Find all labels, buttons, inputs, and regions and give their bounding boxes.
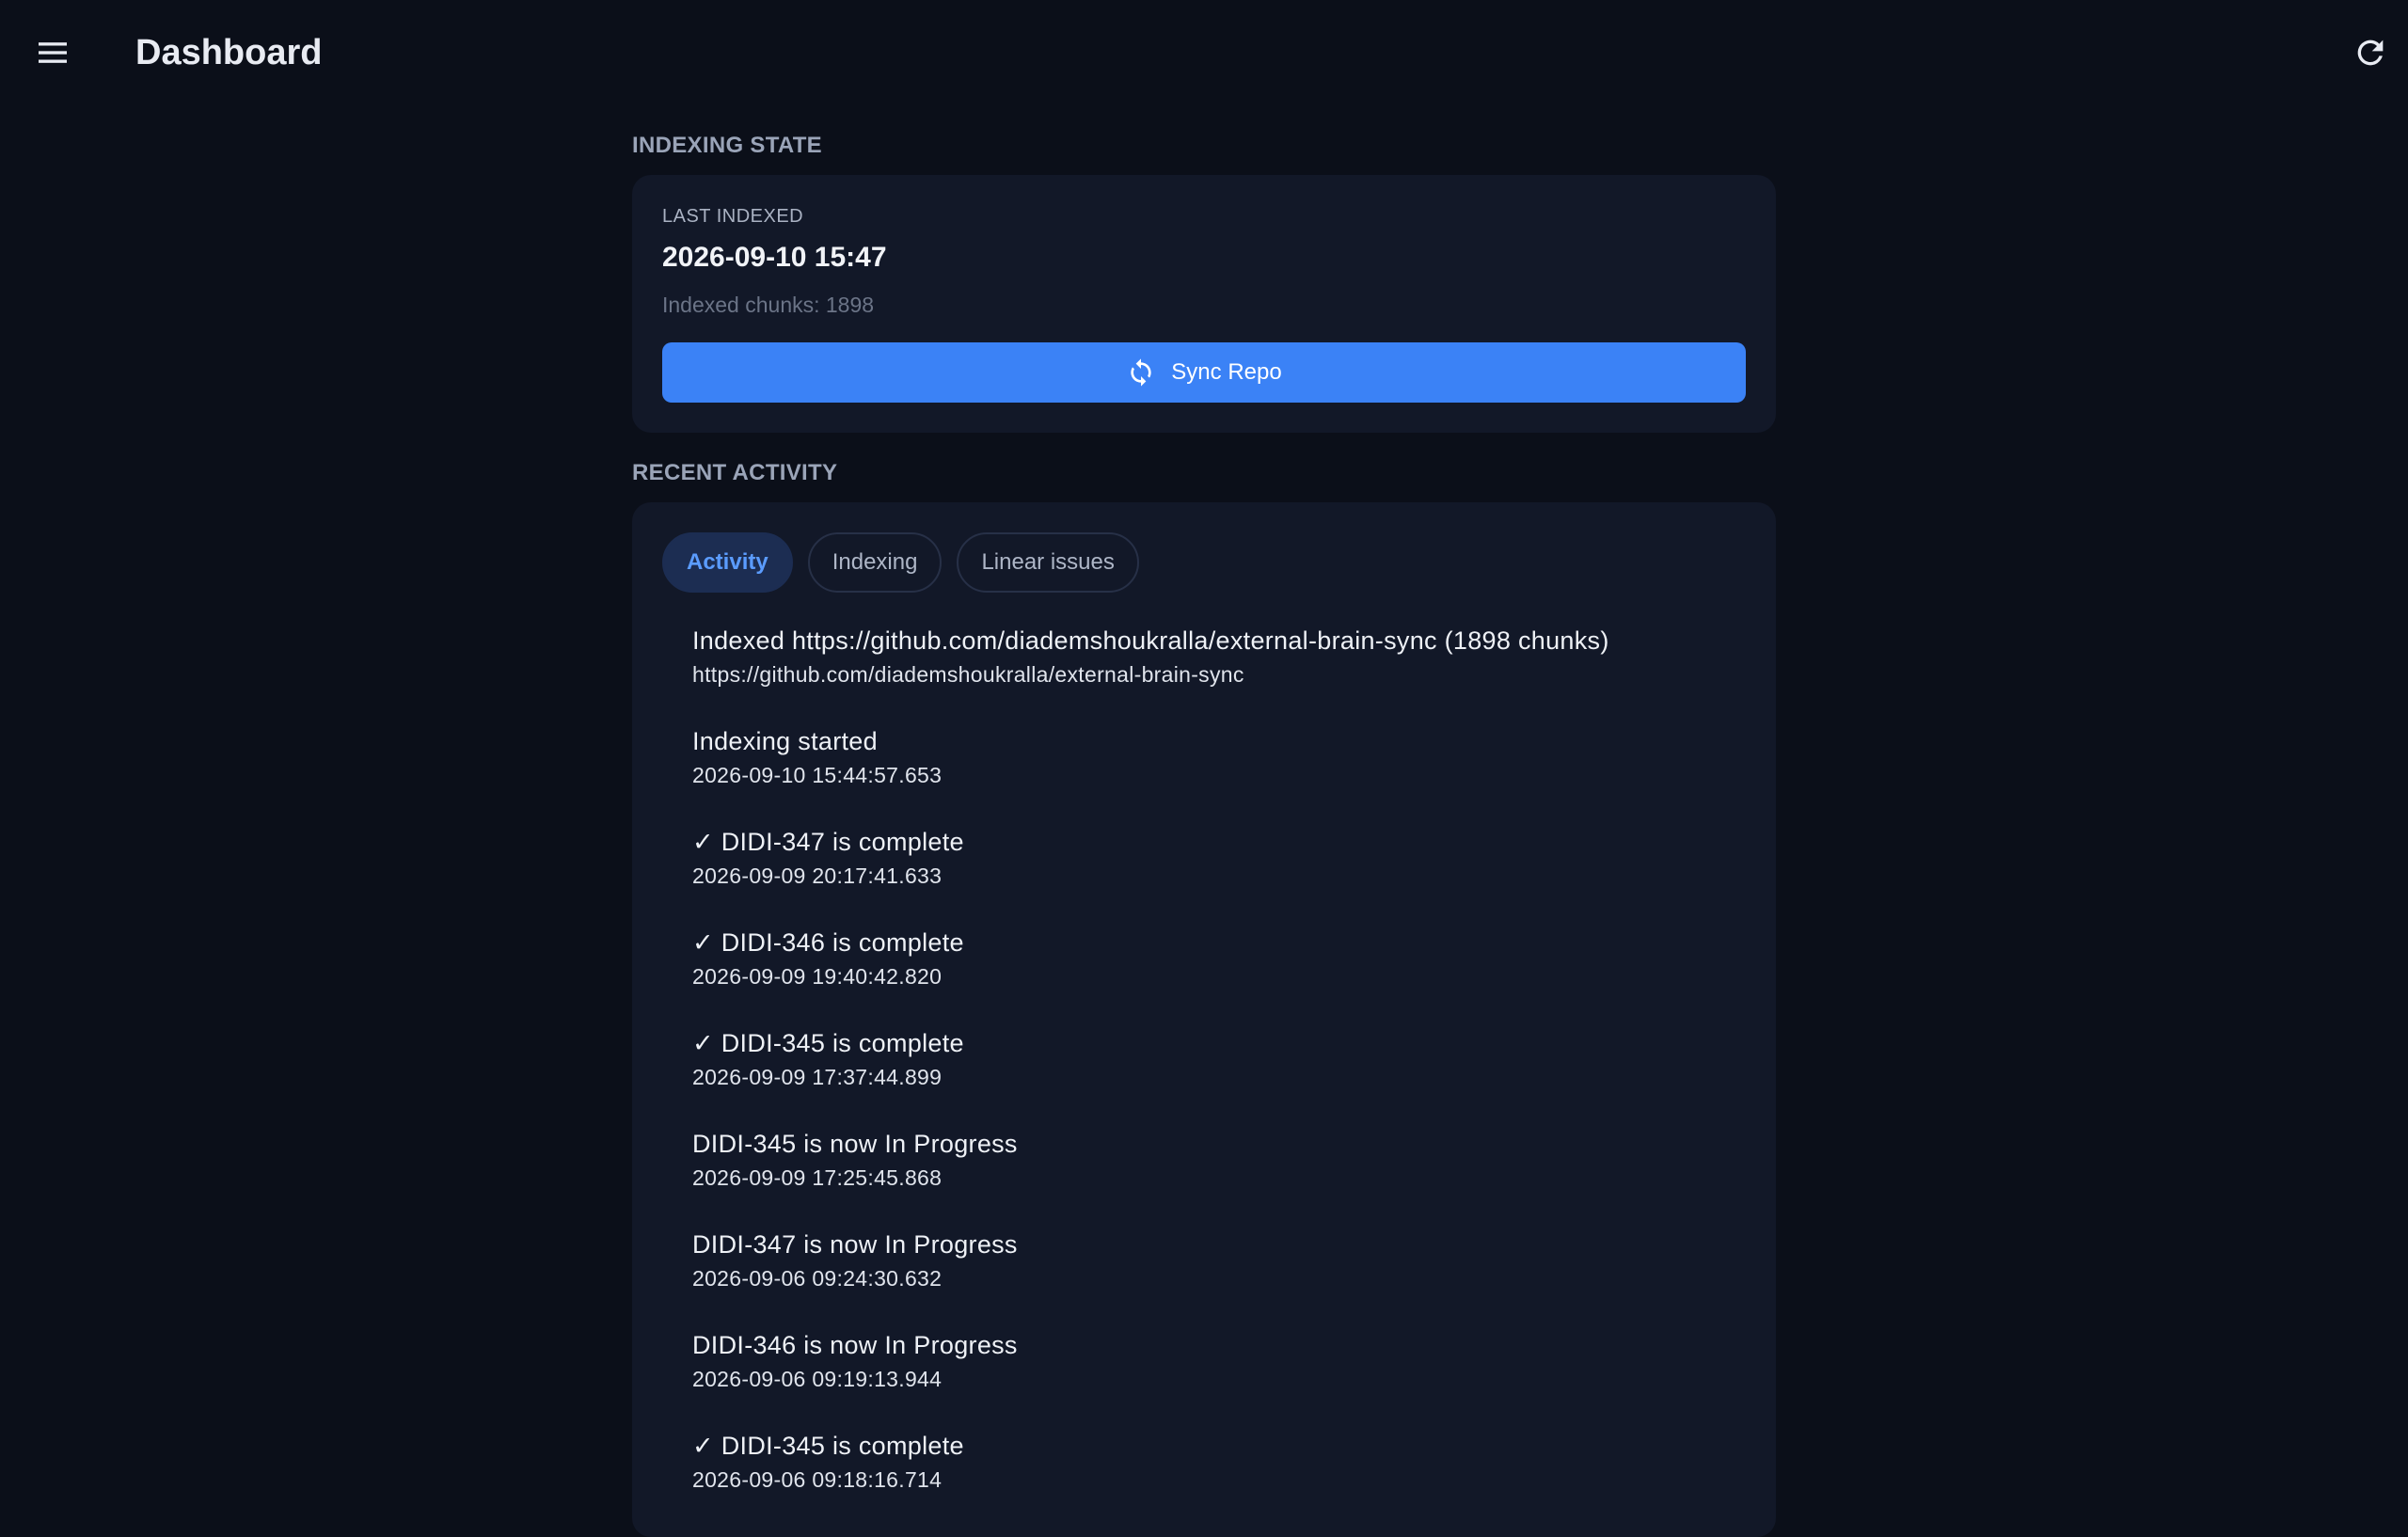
tab-linear-issues[interactable]: Linear issues (957, 532, 1139, 593)
list-item: DIDI-347 is now In Progress 2026-09-06 0… (692, 1228, 1746, 1329)
activity-title: Indexing started (692, 727, 878, 755)
activity-subtitle: 2026-09-06 09:24:30.632 (692, 1266, 943, 1291)
sync-icon (1131, 358, 1151, 387)
activity-subtitle: 2026-09-09 20:17:41.633 (692, 864, 943, 888)
activity-tabs: Activity Indexing Linear issues (662, 532, 1746, 593)
activity-subtitle: 2026-09-09 17:25:45.868 (692, 1165, 943, 1190)
list-item: DIDI-346 is now In Progress 2026-09-06 0… (692, 1329, 1746, 1430)
activity-title: Indexed https://github.com/diademshoukra… (692, 626, 1609, 655)
activity-subtitle: https://github.com/diademshoukralla/exte… (692, 662, 1244, 687)
activity-title: ✓ DIDI-345 is complete (692, 1029, 964, 1057)
recent-activity-heading: RECENT ACTIVITY (632, 460, 838, 485)
list-item: Indexed https://github.com/diademshoukra… (692, 625, 1746, 725)
tab-activity[interactable]: Activity (662, 532, 793, 593)
activity-list: Indexed https://github.com/diademshoukra… (662, 625, 1746, 1530)
sync-repo-button[interactable]: Sync Repo (662, 342, 1746, 403)
hamburger-menu-icon (39, 42, 67, 63)
list-item: ✓ DIDI-347 is complete 2026-09-09 20:17:… (692, 826, 1746, 927)
activity-subtitle: 2026-09-06 09:18:16.714 (692, 1467, 943, 1492)
activity-title: DIDI-347 is now In Progress (692, 1230, 1018, 1259)
list-item: ✓ DIDI-345 is complete 2026-09-06 09:18:… (692, 1430, 1746, 1530)
activity-subtitle: 2026-09-10 15:44:57.653 (692, 763, 943, 787)
activity-title: ✓ DIDI-345 is complete (692, 1432, 964, 1460)
indexing-state-heading: INDEXING STATE (632, 133, 822, 158)
recent-activity-card: Activity Indexing Linear issues Indexed … (632, 502, 1776, 1537)
indexing-state-card: LAST INDEXED 2026-09-10 15:47 Indexed ch… (632, 175, 1776, 433)
refresh-button[interactable] (2346, 28, 2395, 77)
list-item: ✓ DIDI-345 is complete 2026-09-09 17:37:… (692, 1027, 1746, 1128)
list-item: Indexing started 2026-09-10 15:44:57.653 (692, 725, 1746, 826)
activity-title: ✓ DIDI-347 is complete (692, 828, 964, 856)
indexed-chunks-text: Indexed chunks: 1898 (662, 293, 875, 317)
last-indexed-label: LAST INDEXED (662, 206, 804, 227)
activity-subtitle: 2026-09-09 19:40:42.820 (692, 964, 943, 989)
top-bar: Dashboard (0, 0, 2408, 105)
menu-button[interactable] (28, 28, 77, 77)
sync-repo-label: Sync Repo (1171, 359, 1282, 385)
activity-title: DIDI-346 is now In Progress (692, 1331, 1018, 1359)
list-item: ✓ DIDI-346 is complete 2026-09-09 19:40:… (692, 927, 1746, 1027)
activity-subtitle: 2026-09-06 09:19:13.944 (692, 1367, 943, 1391)
page-title: Dashboard (135, 33, 323, 72)
refresh-icon (2357, 40, 2384, 66)
activity-subtitle: 2026-09-09 17:37:44.899 (692, 1065, 943, 1089)
list-item: DIDI-345 is now In Progress 2026-09-09 1… (692, 1128, 1746, 1228)
activity-title: DIDI-345 is now In Progress (692, 1130, 1018, 1158)
main-content: INDEXING STATE LAST INDEXED 2026-09-10 1… (632, 105, 1776, 1537)
tab-indexing[interactable]: Indexing (807, 532, 943, 593)
last-indexed-value: 2026-09-10 15:47 (662, 242, 887, 273)
activity-title: ✓ DIDI-346 is complete (692, 928, 964, 957)
